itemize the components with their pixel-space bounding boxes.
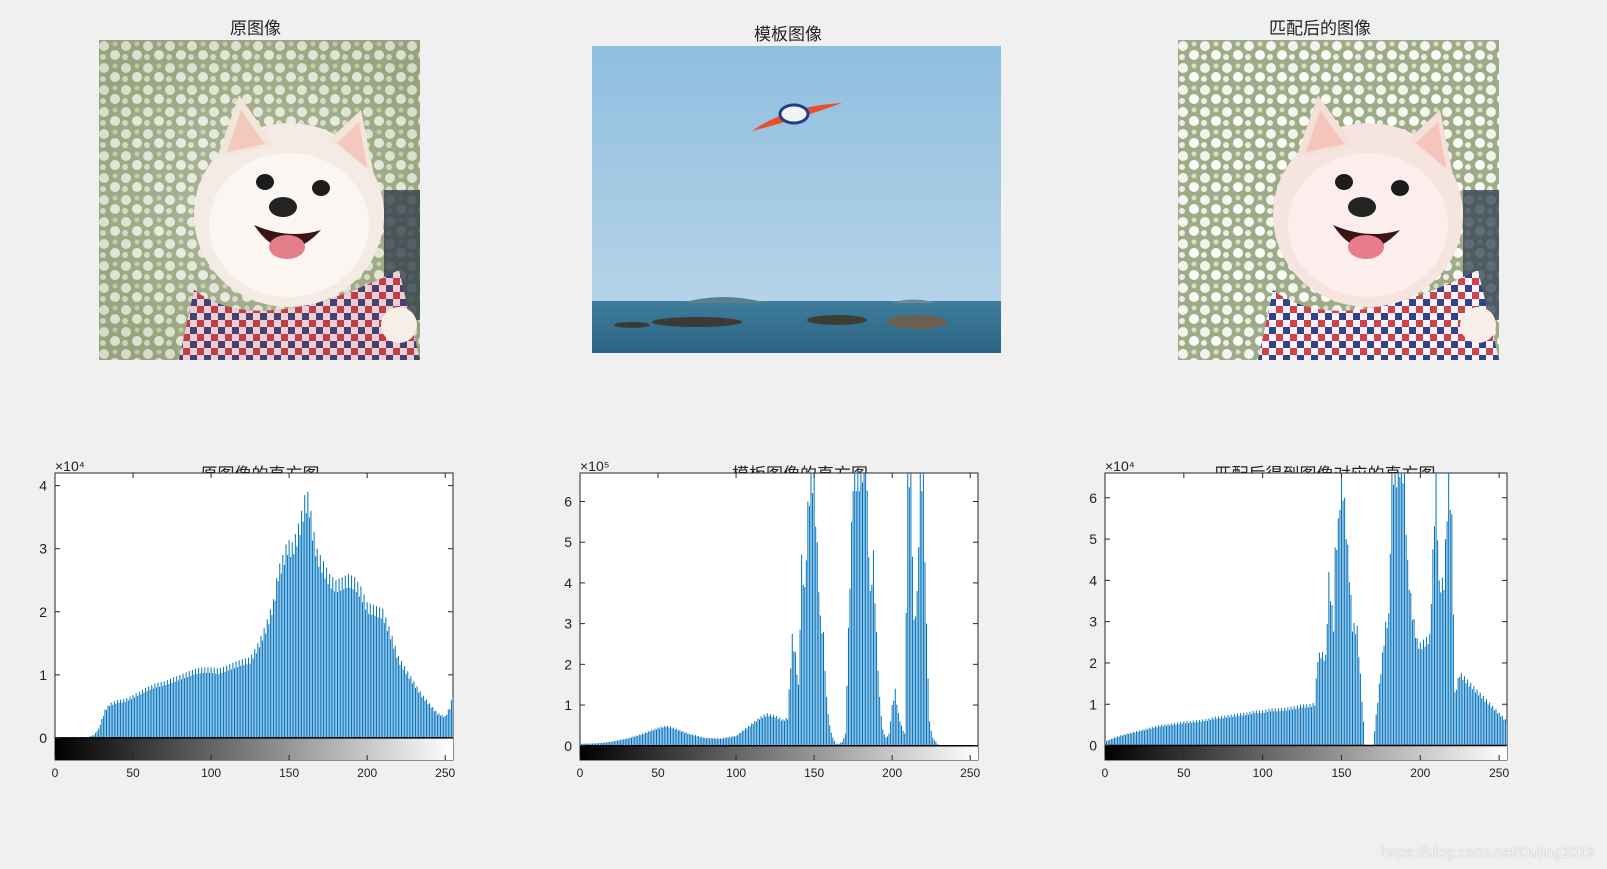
x-tick-label: 0 <box>52 766 59 780</box>
hist-original-chart: 0 1 2 3 4 0 50 100 150 200 250 ×10⁴ <box>39 460 455 780</box>
grayscale-colorbar <box>580 745 978 760</box>
y-tick-label: 5 <box>564 534 572 550</box>
y-tick-label: 2 <box>39 604 47 620</box>
x-tick-label: 250 <box>435 766 455 780</box>
matched-image <box>1178 40 1499 360</box>
x-tick-label: 0 <box>1102 766 1109 780</box>
original-image-title: 原图像 <box>230 19 281 39</box>
grayscale-colorbar <box>1105 745 1507 760</box>
y-tick-label: 1 <box>1089 696 1097 712</box>
x-tick-label: 150 <box>279 766 299 780</box>
template-image <box>592 46 1001 353</box>
x-tick-label: 200 <box>882 766 902 780</box>
x-tick-label: 50 <box>651 766 665 780</box>
x-tick-label: 200 <box>1410 766 1430 780</box>
y-exponent-label: ×10⁴ <box>1105 460 1135 474</box>
template-image-title: 模板图像 <box>754 25 822 45</box>
y-tick-label: 4 <box>1089 572 1097 588</box>
hist-matched-chart: 0 1 2 3 4 5 6 0 50 100 150 200 250 ×10⁴ <box>1089 460 1509 780</box>
y-exponent-label: ×10⁵ <box>580 460 610 474</box>
matched-image-title: 匹配后的图像 <box>1269 19 1371 39</box>
y-tick-label: 4 <box>564 575 572 591</box>
y-tick-label: 3 <box>39 541 47 557</box>
y-tick-label: 3 <box>1089 614 1097 630</box>
x-tick-label: 250 <box>960 766 980 780</box>
y-exponent-label: ×10⁴ <box>55 460 85 474</box>
x-tick-label: 50 <box>1177 766 1191 780</box>
y-tick-label: 1 <box>39 667 47 683</box>
watermark: https://blog.csdn.net/Dujing2019 <box>1380 844 1595 861</box>
grayscale-colorbar <box>55 737 453 760</box>
x-tick-label: 150 <box>804 766 824 780</box>
hist-template-chart: 0 1 2 3 4 5 6 0 50 100 150 200 250 ×10⁵ <box>564 460 980 780</box>
x-tick-label: 100 <box>726 766 746 780</box>
y-tick-label: 0 <box>1089 738 1097 754</box>
y-tick-label: 2 <box>1089 655 1097 671</box>
x-tick-label: 100 <box>201 766 221 780</box>
y-tick-label: 0 <box>39 730 47 746</box>
x-tick-label: 0 <box>577 766 584 780</box>
original-image <box>99 40 420 360</box>
y-tick-label: 2 <box>564 656 572 672</box>
x-tick-label: 250 <box>1489 766 1509 780</box>
x-tick-label: 150 <box>1331 766 1351 780</box>
y-tick-label: 6 <box>1089 490 1097 506</box>
y-tick-label: 0 <box>564 738 572 754</box>
x-tick-label: 200 <box>357 766 377 780</box>
x-tick-label: 100 <box>1253 766 1273 780</box>
y-tick-label: 4 <box>39 478 47 494</box>
y-tick-label: 5 <box>1089 531 1097 547</box>
y-tick-label: 6 <box>564 493 572 509</box>
y-tick-label: 1 <box>564 697 572 713</box>
y-tick-label: 3 <box>564 616 572 632</box>
x-tick-label: 50 <box>126 766 140 780</box>
